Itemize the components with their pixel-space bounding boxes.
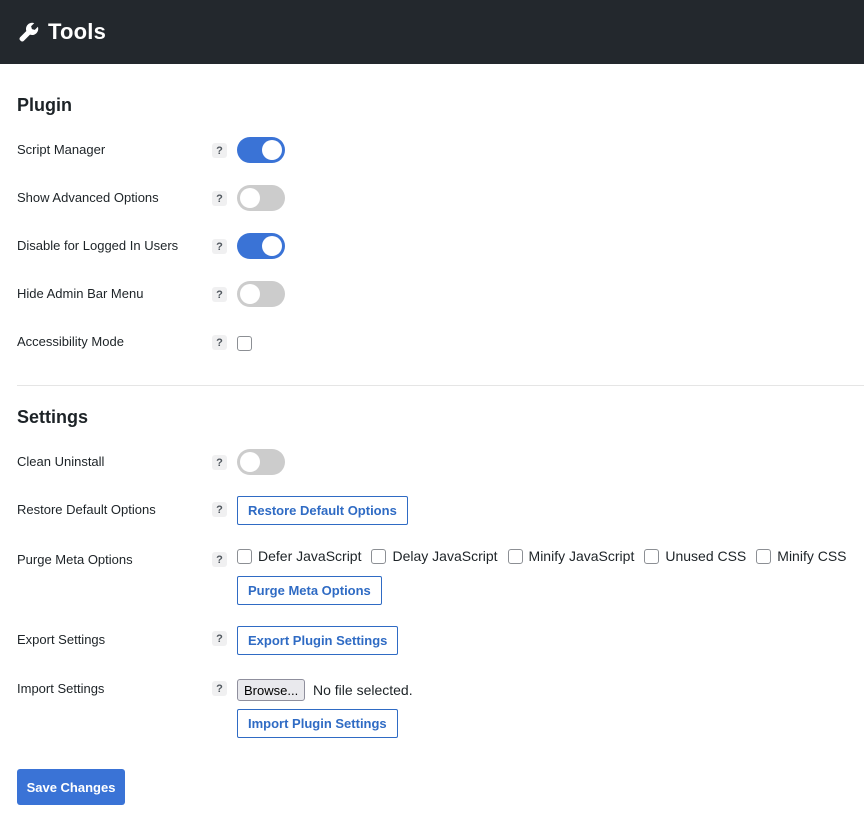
toggle-knob: [240, 188, 260, 208]
script-manager-toggle[interactable]: [237, 137, 285, 163]
purge-meta-help-icon[interactable]: ?: [212, 552, 227, 567]
import-settings-label: Import Settings: [17, 681, 105, 696]
purge-meta-options: Defer JavaScript Delay JavaScript Minify…: [237, 548, 857, 564]
script-manager-label: Script Manager: [17, 142, 106, 157]
disable-logged-in-help-icon[interactable]: ?: [212, 239, 227, 254]
restore-defaults-button[interactable]: Restore Default Options: [237, 496, 408, 525]
import-settings-button[interactable]: Import Plugin Settings: [237, 709, 398, 738]
clean-uninstall-help-icon[interactable]: ?: [212, 455, 227, 470]
purge-option-delay-js[interactable]: Delay JavaScript: [371, 548, 498, 564]
purge-meta-button[interactable]: Purge Meta Options: [237, 576, 382, 605]
wrench-icon: [19, 22, 39, 42]
hide-admin-bar-label: Hide Admin Bar Menu: [17, 286, 144, 301]
export-settings-label: Export Settings: [17, 632, 106, 647]
clean-uninstall-toggle[interactable]: [237, 449, 285, 475]
checkbox[interactable]: [237, 548, 252, 564]
purge-option-minify-css[interactable]: Minify CSS: [756, 548, 847, 564]
accessibility-mode-checkbox[interactable]: [237, 336, 252, 351]
restore-defaults-help-icon[interactable]: ?: [212, 502, 227, 517]
plugin-section-title: Plugin: [17, 95, 72, 115]
checkbox[interactable]: [507, 548, 523, 564]
checkbox[interactable]: [644, 548, 660, 564]
section-divider: [17, 385, 864, 386]
show-advanced-options-toggle[interactable]: [237, 185, 285, 211]
show-advanced-options-label: Show Advanced Options: [17, 190, 159, 205]
toggle-knob: [262, 236, 282, 256]
import-settings-help-icon[interactable]: ?: [212, 681, 227, 696]
accessibility-mode-label: Accessibility Mode: [17, 334, 124, 349]
disable-logged-in-label: Disable for Logged In Users: [17, 238, 179, 253]
purge-option-defer-js[interactable]: Defer JavaScript: [237, 548, 361, 564]
purge-option-unused-css[interactable]: Unused CSS: [644, 548, 746, 564]
disable-logged-in-toggle[interactable]: [237, 233, 285, 259]
hide-admin-bar-help-icon[interactable]: ?: [212, 287, 227, 302]
file-status-text: No file selected.: [313, 682, 413, 698]
hide-admin-bar-toggle[interactable]: [237, 281, 285, 307]
save-changes-button[interactable]: Save Changes: [17, 769, 125, 805]
page-header: Tools: [0, 0, 864, 64]
checkbox[interactable]: [371, 548, 387, 564]
show-advanced-options-help-icon[interactable]: ?: [212, 191, 227, 206]
toggle-knob: [262, 140, 282, 160]
settings-section-title: Settings: [17, 407, 89, 427]
export-settings-help-icon[interactable]: ?: [212, 631, 227, 646]
export-settings-button[interactable]: Export Plugin Settings: [237, 626, 399, 655]
accessibility-mode-help-icon[interactable]: ?: [212, 335, 227, 350]
purge-meta-label: Purge Meta Options: [17, 552, 133, 567]
toggle-knob: [240, 284, 260, 304]
checkbox[interactable]: [756, 548, 772, 564]
toggle-knob: [240, 452, 260, 472]
restore-defaults-label: Restore Default Options: [17, 502, 156, 517]
browse-file-button[interactable]: Browse...: [237, 679, 306, 701]
purge-option-minify-js[interactable]: Minify JavaScript: [507, 548, 634, 564]
script-manager-help-icon[interactable]: ?: [212, 143, 227, 158]
clean-uninstall-label: Clean Uninstall: [17, 454, 105, 469]
page-title: Tools: [48, 19, 107, 44]
